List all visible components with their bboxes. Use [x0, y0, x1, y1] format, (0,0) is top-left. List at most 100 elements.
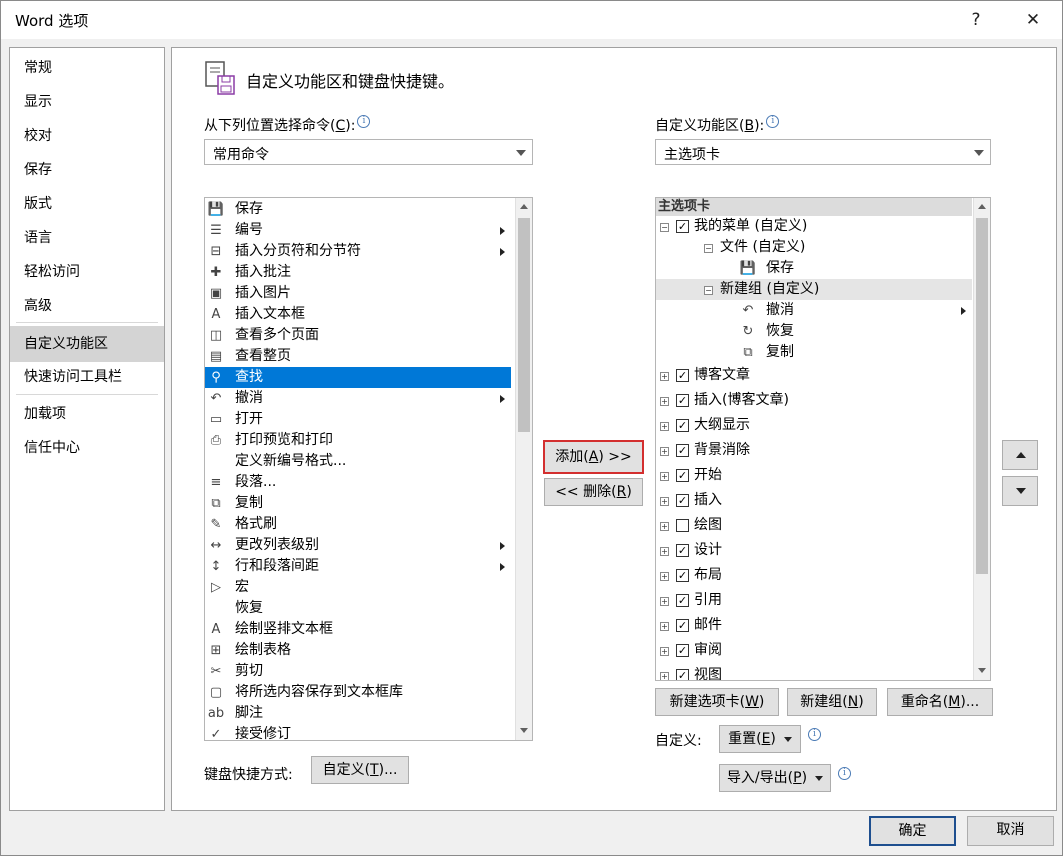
tab-checkbox[interactable]: ✓ [676, 594, 689, 607]
expand-icon[interactable]: + [660, 647, 669, 656]
command-item[interactable]: A 绘制竖排文本框 [205, 619, 511, 640]
remove-button[interactable]: << 删除(R) [544, 478, 643, 506]
command-item[interactable]: A 插入文本框 [205, 304, 511, 325]
tab-checkbox[interactable]: ✓ [676, 544, 689, 557]
command-item[interactable]: ⊞ 绘制表格 [205, 640, 511, 661]
command-item[interactable]: 💾 保存 [205, 199, 511, 220]
command-item[interactable]: ▭ 打开 [205, 409, 511, 430]
close-icon[interactable]: ✕ [1020, 7, 1046, 33]
ribbon-tree-item[interactable]: + ✓ 布局 [656, 563, 972, 588]
customize-shortcuts-button[interactable]: 自定义(T)... [311, 756, 409, 784]
command-item[interactable]: ↕ 行和段落间距 [205, 556, 511, 577]
scroll-up-icon[interactable] [974, 198, 990, 215]
nav-item[interactable]: 轻松访问 [10, 255, 164, 289]
ribbon-tree-item[interactable]: + 绘图 [656, 513, 972, 538]
add-button[interactable]: 添加(A) >> [543, 440, 644, 474]
ribbon-tree-item[interactable]: + ✓ 设计 [656, 538, 972, 563]
scroll-down-icon[interactable] [516, 722, 532, 739]
nav-item[interactable]: 加载项 [10, 397, 164, 431]
expand-icon[interactable]: + [660, 622, 669, 631]
scroll-thumb[interactable] [518, 218, 530, 432]
import-export-dropdown[interactable]: 导入/导出(P) [719, 764, 831, 792]
tab-checkbox[interactable]: ✓ [676, 669, 689, 680]
command-item[interactable]: ✓ 接受修订 [205, 724, 511, 740]
ribbon-tree-item[interactable]: + ✓ 插入 [656, 488, 972, 513]
collapse-icon[interactable]: − [660, 223, 669, 232]
expand-icon[interactable]: + [660, 522, 669, 531]
collapse-icon[interactable]: − [704, 244, 713, 253]
nav-item[interactable]: 常规 [10, 51, 164, 85]
expand-icon[interactable]: + [660, 572, 669, 581]
help-icon[interactable]: ? [963, 7, 989, 33]
expand-icon[interactable]: + [660, 422, 669, 431]
nav-item[interactable]: 自定义功能区 [10, 326, 164, 362]
ribbon-tree-item[interactable]: ⧉ 复制 [656, 342, 972, 363]
rename-button[interactable]: 重命名(M)... [887, 688, 993, 716]
scroll-up-icon[interactable] [516, 198, 532, 215]
command-item[interactable]: ✂ 剪切 [205, 661, 511, 682]
ribbon-tree-item[interactable]: + ✓ 视图 [656, 663, 972, 680]
expand-icon[interactable]: + [660, 372, 669, 381]
ribbon-tree-item[interactable]: + ✓ 大纲显示 [656, 413, 972, 438]
expand-icon[interactable]: + [660, 447, 669, 456]
info-icon[interactable]: i [808, 728, 821, 741]
ribbon-tree-item[interactable]: ↻ 恢复 [656, 321, 972, 342]
collapse-icon[interactable]: − [704, 286, 713, 295]
ribbon-tree-item[interactable]: − 新建组 (自定义) [656, 279, 972, 300]
command-item[interactable]: ☰ 编号 [205, 220, 511, 241]
command-item[interactable]: ⎙ 打印预览和打印 [205, 430, 511, 451]
commands-list[interactable]: ✓ 接受修订 ab 脚注 ▢ 将所选内容保存到文本框库 ✂ 剪切 ⊞ 绘制表格 A 绘制竖排文本框 恢复… [204, 197, 533, 741]
nav-item[interactable]: 语言 [10, 221, 164, 255]
expand-icon[interactable]: + [660, 497, 669, 506]
nav-item[interactable]: 校对 [10, 119, 164, 153]
command-item[interactable]: ✚ 插入批注 [205, 262, 511, 283]
nav-item[interactable]: 高级 [10, 289, 164, 323]
command-item[interactable]: ab 脚注 [205, 703, 511, 724]
customize-ribbon-combo[interactable]: 主选项卡 [655, 139, 991, 165]
command-item[interactable]: ▤ 查看整页 [205, 346, 511, 367]
command-item[interactable]: ↔ 更改列表级别 [205, 535, 511, 556]
tab-checkbox[interactable]: ✓ [676, 619, 689, 632]
command-item[interactable]: 定义新编号格式... [205, 451, 511, 472]
tab-checkbox[interactable]: ✓ [676, 220, 689, 233]
expand-icon[interactable]: + [660, 547, 669, 556]
commands-scrollbar[interactable] [515, 198, 532, 740]
expand-icon[interactable]: + [660, 672, 669, 680]
expand-icon[interactable]: + [660, 597, 669, 606]
reset-dropdown[interactable]: 重置(E) [719, 725, 801, 753]
command-item[interactable]: ◫ 查看多个页面 [205, 325, 511, 346]
command-item[interactable]: ⧉ 复制 [205, 493, 511, 514]
tab-checkbox[interactable]: ✓ [676, 569, 689, 582]
tab-checkbox[interactable]: ✓ [676, 644, 689, 657]
tab-checkbox[interactable] [676, 519, 689, 532]
command-item[interactable]: ⊟ 插入分页符和分节符 [205, 241, 511, 262]
expand-icon[interactable]: + [660, 472, 669, 481]
move-down-button[interactable] [1002, 476, 1038, 506]
nav-item[interactable]: 快速访问工具栏 [10, 360, 164, 394]
tab-checkbox[interactable]: ✓ [676, 469, 689, 482]
tab-checkbox[interactable]: ✓ [676, 444, 689, 457]
ribbon-tree-item[interactable]: + ✓ 开始 [656, 463, 972, 488]
command-item[interactable]: ▷ 宏 [205, 577, 511, 598]
ribbon-tree-item[interactable]: − ✓ 我的菜单 (自定义) [656, 216, 972, 237]
tab-checkbox[interactable]: ✓ [676, 419, 689, 432]
command-item[interactable]: ▢ 将所选内容保存到文本框库 [205, 682, 511, 703]
command-item[interactable]: ✎ 格式刷 [205, 514, 511, 535]
info-icon[interactable]: i [357, 115, 371, 128]
ribbon-tree-item[interactable]: + ✓ 背景消除 [656, 438, 972, 463]
expand-icon[interactable]: + [660, 397, 669, 406]
nav-item[interactable]: 信任中心 [10, 431, 164, 465]
command-item[interactable]: 恢复 [205, 598, 511, 619]
ribbon-tree-item[interactable]: + ✓ 邮件 [656, 613, 972, 638]
nav-item[interactable]: 版式 [10, 187, 164, 221]
ribbon-tree-item[interactable]: + ✓ 博客文章 [656, 363, 972, 388]
cancel-button[interactable]: 取消 [967, 816, 1054, 846]
new-tab-button[interactable]: 新建选项卡(W) [655, 688, 779, 716]
ribbon-tree-item[interactable]: 💾 保存 [656, 258, 972, 279]
new-group-button[interactable]: 新建组(N) [787, 688, 877, 716]
nav-item[interactable]: 显示 [10, 85, 164, 119]
info-icon[interactable]: i [838, 767, 851, 780]
ribbon-tree-item[interactable]: − 文件 (自定义) [656, 237, 972, 258]
tree-scrollbar[interactable] [973, 198, 990, 680]
command-item[interactable]: ▣ 插入图片 [205, 283, 511, 304]
